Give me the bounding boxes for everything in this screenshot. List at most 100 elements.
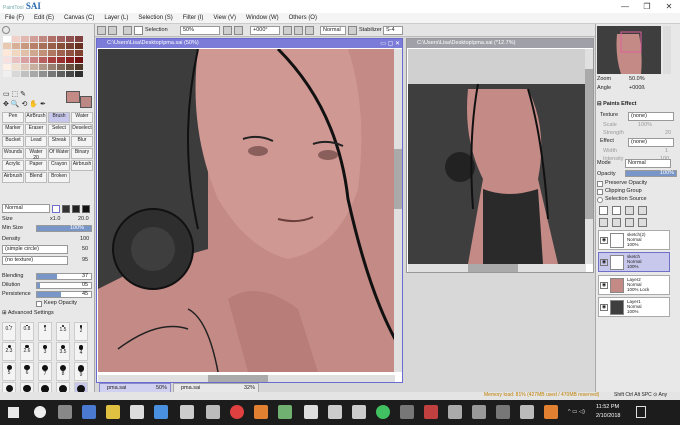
maximize-button[interactable]: ❐ xyxy=(636,0,658,13)
new-folder-icon[interactable] xyxy=(625,206,634,215)
app-icon[interactable] xyxy=(520,405,534,419)
zoom-select[interactable]: 50% xyxy=(180,26,220,35)
color-swatch[interactable] xyxy=(48,36,56,42)
sai-icon[interactable] xyxy=(278,405,292,419)
size-multiplier[interactable]: x1.0 xyxy=(50,216,60,223)
menu-filter[interactable]: Filter (I) xyxy=(178,13,209,24)
color-swatch[interactable] xyxy=(3,50,11,56)
menu-layer[interactable]: Layer (L) xyxy=(99,13,133,24)
color-swatch[interactable] xyxy=(66,50,74,56)
selection-source-checkbox[interactable] xyxy=(597,197,603,203)
selection-tools-icons[interactable]: ▭ ⬚ ✎ xyxy=(3,91,26,98)
notification-icon[interactable] xyxy=(636,406,646,418)
navigator-thumbnail[interactable] xyxy=(597,26,661,74)
color-swatch[interactable] xyxy=(66,43,74,49)
color-swatch[interactable] xyxy=(21,64,29,70)
lp-mode-select[interactable]: Normal xyxy=(625,159,671,168)
rotate-left-icon[interactable] xyxy=(283,26,292,35)
brush-tool[interactable]: Marker xyxy=(2,124,24,135)
brush-tool[interactable]: Streak xyxy=(48,136,70,147)
settings-icon[interactable] xyxy=(328,405,342,419)
layer-item[interactable]: ◉ Layer1 Normal 100% xyxy=(598,297,670,317)
close-button[interactable]: ✕ xyxy=(658,0,680,13)
layer-item[interactable]: ◉ Layer2 Normal 100% Lock xyxy=(598,275,670,295)
primary-color[interactable] xyxy=(66,91,80,103)
clock-date[interactable]: 2/10/2018 xyxy=(596,413,620,420)
color-swatch[interactable] xyxy=(12,57,20,63)
tray-icons[interactable]: ^ ▭ ◁) xyxy=(568,409,585,416)
color-swatch[interactable] xyxy=(48,43,56,49)
brush-mode-select[interactable]: Normal xyxy=(2,204,50,213)
brush-tool[interactable]: Airbrush xyxy=(71,160,93,171)
color-swatch[interactable] xyxy=(75,36,83,42)
app-icon[interactable] xyxy=(496,405,510,419)
brush-tool[interactable]: AirBrush xyxy=(25,112,47,123)
app-icon[interactable] xyxy=(544,405,558,419)
main-vertical-scrollbar[interactable] xyxy=(394,49,402,372)
color-swatch[interactable] xyxy=(30,50,38,56)
new-layer-icon[interactable] xyxy=(599,206,608,215)
selection-checkbox[interactable] xyxy=(134,26,143,35)
app-icon[interactable] xyxy=(206,405,220,419)
brush-tool[interactable]: Wounds xyxy=(2,148,24,159)
color-swatch[interactable] xyxy=(39,64,47,70)
color-swatch[interactable] xyxy=(57,57,65,63)
brush-tool[interactable]: Pen xyxy=(2,112,24,123)
second-vertical-scrollbar[interactable] xyxy=(585,49,593,264)
color-swatch[interactable] xyxy=(57,50,65,56)
navigator-scrollbar[interactable] xyxy=(663,26,671,74)
color-swatch[interactable] xyxy=(66,64,74,70)
deselect-icon[interactable] xyxy=(123,26,132,35)
eye-icon[interactable]: ◉ xyxy=(600,259,608,266)
brush-tool[interactable]: Blend xyxy=(25,172,47,183)
blend-mode-select[interactable]: Normal xyxy=(320,26,346,35)
brush-size-preset[interactable]: 0.8 xyxy=(20,322,34,341)
color-swatch[interactable] xyxy=(57,36,65,42)
transfer-down-icon[interactable] xyxy=(599,218,608,227)
merge-down-icon[interactable] xyxy=(612,218,621,227)
color-swatch[interactable] xyxy=(75,64,83,70)
edge-solid-icon[interactable] xyxy=(82,204,90,213)
stabilizer-select[interactable]: S-4 xyxy=(383,26,403,35)
zoom-out-icon[interactable] xyxy=(234,26,243,35)
brush-tool[interactable]: Acrylic xyxy=(2,160,24,171)
color-swatch[interactable] xyxy=(12,43,20,49)
menu-canvas[interactable]: Canvas (C) xyxy=(59,13,99,24)
layer-item[interactable]: ◉ sketch(2) Normal 100% xyxy=(598,230,670,250)
color-swatch[interactable] xyxy=(48,64,56,70)
keep-opacity-checkbox[interactable] xyxy=(36,301,42,307)
brush-size-preset[interactable]: 1 xyxy=(38,322,52,341)
main-horizontal-scrollbar[interactable] xyxy=(98,375,395,382)
brush-size-preset[interactable]: 2.3 xyxy=(2,342,16,361)
menu-view[interactable]: View (V) xyxy=(208,13,241,24)
color-swatch[interactable] xyxy=(30,57,38,63)
undo-icon[interactable] xyxy=(97,26,106,35)
brush-tool[interactable]: Water xyxy=(71,112,93,123)
brush-tool[interactable]: Deselect xyxy=(71,124,93,135)
color-swatch[interactable] xyxy=(12,36,20,42)
color-swatch[interactable] xyxy=(12,71,20,77)
layer-item-selected[interactable]: ◉ sketch Normal 100% xyxy=(598,252,670,272)
clear-layer-icon[interactable] xyxy=(625,218,634,227)
steam-icon[interactable] xyxy=(180,405,194,419)
brush-size-preset[interactable]: 0.7 xyxy=(2,322,16,341)
brush-tool[interactable]: Paper xyxy=(25,160,47,171)
menu-file[interactable]: File (F) xyxy=(0,13,29,24)
brush-size-preset[interactable]: 2.6 xyxy=(20,342,34,361)
brush-tool[interactable]: Select xyxy=(48,124,70,135)
eye-icon[interactable]: ◉ xyxy=(600,237,608,244)
menu-edit[interactable]: Edit (E) xyxy=(29,13,59,24)
color-swatch[interactable] xyxy=(3,43,11,49)
app-icon[interactable] xyxy=(82,405,96,419)
advanced-settings-toggle[interactable]: ⊞ Advanced Settings xyxy=(2,310,54,317)
brush-tool[interactable]: Broken xyxy=(48,172,70,183)
color-swatch[interactable] xyxy=(39,71,47,77)
redo-icon[interactable] xyxy=(108,26,117,35)
secondary-color[interactable] xyxy=(80,96,92,108)
color-swatch[interactable] xyxy=(30,64,38,70)
search-icon[interactable] xyxy=(34,406,46,418)
word-icon[interactable] xyxy=(154,405,168,419)
second-horizontal-scrollbar[interactable] xyxy=(408,264,586,272)
app-icon[interactable] xyxy=(448,405,462,419)
new-linework-layer-icon[interactable] xyxy=(612,206,621,215)
